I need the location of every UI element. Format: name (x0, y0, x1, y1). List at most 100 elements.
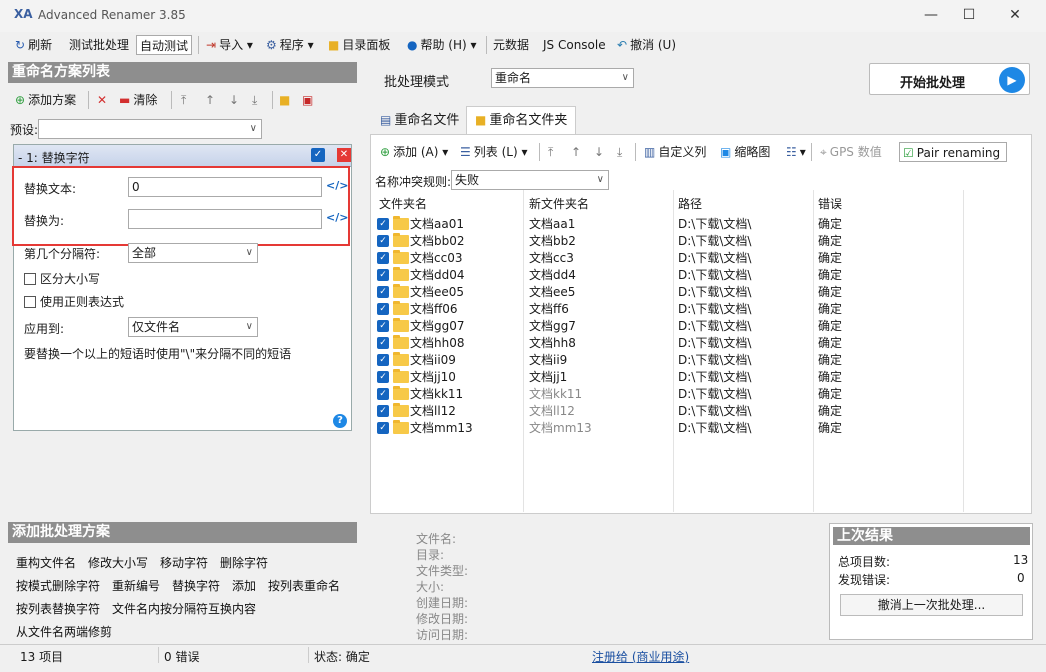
table-row[interactable]: ✓ 文档hh08 文档hh8 D:\下载\文档\ 确定 (371, 335, 1031, 352)
play-icon: ▶ (999, 67, 1025, 93)
row-checkbox[interactable]: ✓ (377, 303, 389, 315)
method-link[interactable]: 按模式删除字符 (16, 577, 100, 594)
table-row[interactable]: ✓ 文档gg07 文档gg7 D:\下载\文档\ 确定 (371, 318, 1031, 335)
method-list-header: 重命名方案列表 (8, 62, 357, 83)
cell-new-folder-name: 文档dd4 (529, 268, 576, 282)
move-top-icon[interactable]: ⤒ (178, 90, 189, 110)
move-up-icon[interactable]: ↑ (202, 90, 218, 110)
move-bottom-icon[interactable]: ⤓ (614, 142, 625, 162)
method-link[interactable]: 重构文件名 (16, 554, 76, 571)
method-link[interactable]: 文件名内按分隔符互换内容 (112, 600, 256, 617)
delete-icon[interactable]: ✕ (94, 90, 110, 110)
method-link[interactable]: 移动字符 (160, 554, 208, 571)
help-icon: ● (407, 38, 418, 52)
apply-to-select[interactable]: 仅文件名 ∨ (128, 317, 258, 337)
row-checkbox[interactable]: ✓ (377, 218, 389, 230)
col-error[interactable]: 错误 (818, 195, 842, 213)
method-enabled-checkbox[interactable]: ✓ (311, 148, 325, 162)
table-row[interactable]: ✓ 文档ii09 文档ii9 D:\下载\文档\ 确定 (371, 352, 1031, 369)
undo-last-batch-button[interactable]: 撤消上一次批处理... (840, 594, 1023, 616)
dir-panel-button[interactable]: ■ 目录面板 (325, 35, 393, 55)
row-checkbox[interactable]: ✓ (377, 235, 389, 247)
move-down-icon[interactable]: ↓ (591, 142, 607, 162)
use-regex-checkbox[interactable]: 使用正则表达式 (24, 293, 124, 310)
method-link[interactable]: 按列表替换字符 (16, 600, 100, 617)
table-row[interactable]: ✓ 文档ff06 文档ff6 D:\下载\文档\ 确定 (371, 301, 1031, 318)
table-row[interactable]: ✓ 文档aa01 文档aa1 D:\下载\文档\ 确定 (371, 216, 1031, 233)
row-checkbox[interactable]: ✓ (377, 422, 389, 434)
save-icon[interactable]: ▣ (299, 90, 316, 110)
close-button[interactable]: ✕ (992, 0, 1038, 32)
method-link[interactable]: 添加 (232, 577, 256, 594)
program-menu[interactable]: ⚙ 程序 ▾ (263, 35, 317, 55)
col-path[interactable]: 路径 (678, 195, 702, 213)
preset-select[interactable]: ∨ (38, 119, 262, 139)
clear-button[interactable]: ▬ 清除 (116, 90, 160, 110)
move-up-icon[interactable]: ↑ (568, 142, 584, 162)
table-row[interactable]: ✓ 文档jj10 文档jj1 D:\下载\文档\ 确定 (371, 369, 1031, 386)
row-checkbox[interactable]: ✓ (377, 320, 389, 332)
maximize-button[interactable]: ☐ (946, 0, 992, 32)
row-checkbox[interactable]: ✓ (377, 252, 389, 264)
list-menu[interactable]: ☰ 列表 (L) ▾ (457, 142, 530, 162)
metadata-button[interactable]: 元数据 (490, 35, 532, 55)
file-info-label: 目录: (416, 548, 445, 562)
move-bottom-icon[interactable]: ⤓ (249, 90, 260, 110)
auto-test-toggle[interactable]: 自动测试 (136, 35, 193, 55)
method-link[interactable]: 重新编号 (112, 577, 160, 594)
register-link[interactable]: 注册给 (商业用途) (592, 648, 689, 665)
table-row[interactable]: ✓ 文档ee05 文档ee5 D:\下载\文档\ 确定 (371, 284, 1031, 301)
tab-rename-folders[interactable]: ■ 重命名文件夹 (466, 106, 577, 134)
gps-button[interactable]: ⌖ GPS 数值 (817, 142, 885, 162)
view-options-menu[interactable]: ☷ ▾ (783, 142, 809, 162)
undo-button[interactable]: ↶ 撤消 (U) (614, 35, 679, 55)
case-sensitive-checkbox[interactable]: 区分大小写 (24, 270, 100, 287)
tab-label: 重命名文件 (394, 113, 460, 128)
row-checkbox[interactable]: ✓ (377, 337, 389, 349)
add-files-menu[interactable]: ⊕ 添加 (A) ▾ (377, 142, 451, 162)
cell-error: 确定 (818, 285, 843, 299)
move-top-icon[interactable]: ⤒ (545, 142, 556, 162)
tab-rename-files[interactable]: ▤ 重命名文件 (372, 107, 467, 135)
conflict-rule-select[interactable]: 失败 ∨ (451, 170, 609, 190)
cell-error: 确定 (818, 404, 843, 418)
table-row[interactable]: ✓ 文档ll12 文档ll12 D:\下载\文档\ 确定 (371, 403, 1031, 420)
add-method-button[interactable]: ⊕ 添加方案 (12, 90, 79, 110)
table-row[interactable]: ✓ 文档cc03 文档cc3 D:\下载\文档\ 确定 (371, 250, 1031, 267)
method-link[interactable]: 修改大小写 (88, 554, 148, 571)
row-checkbox[interactable]: ✓ (377, 354, 389, 366)
open-folder-icon[interactable]: ■ (276, 90, 293, 110)
col-folder-name[interactable]: 文件夹名 (379, 195, 427, 213)
table-row[interactable]: ✓ 文档bb02 文档bb2 D:\下载\文档\ 确定 (371, 233, 1031, 250)
row-checkbox[interactable]: ✓ (377, 405, 389, 417)
status-errors: 0 错误 (164, 650, 200, 664)
table-row[interactable]: ✓ 文档mm13 文档mm13 D:\下载\文档\ 确定 (371, 420, 1031, 437)
method-link[interactable]: 删除字符 (220, 554, 268, 571)
js-console-button[interactable]: JS Console (540, 35, 609, 55)
help-menu[interactable]: ● 帮助 (H) ▾ (404, 35, 480, 55)
import-menu[interactable]: ⇥ 导入 ▾ (203, 35, 256, 55)
batch-mode-select[interactable]: 重命名 ∨ (491, 68, 634, 88)
help-icon[interactable]: ? (333, 414, 347, 428)
table-row[interactable]: ✓ 文档kk11 文档kk11 D:\下载\文档\ 确定 (371, 386, 1031, 403)
nth-separator-select[interactable]: 全部 ∨ (128, 243, 258, 263)
start-batch-button[interactable]: 开始批处理 ▶ (869, 63, 1030, 95)
thumbnails-button[interactable]: ▣ 缩略图 (717, 142, 773, 162)
row-checkbox[interactable]: ✓ (377, 286, 389, 298)
row-checkbox[interactable]: ✓ (377, 269, 389, 281)
custom-columns-button[interactable]: ▥ 自定义列 (641, 142, 709, 162)
method-link[interactable]: 按列表重命名 (268, 577, 340, 594)
test-batch-button[interactable]: 测试批处理 (66, 35, 132, 55)
row-checkbox[interactable]: ✓ (377, 388, 389, 400)
method-remove-icon[interactable]: ✕ (337, 148, 351, 162)
col-new-folder-name[interactable]: 新文件夹名 (529, 195, 589, 213)
method-link[interactable]: 替换字符 (172, 577, 220, 594)
method-link[interactable]: 从文件名两端修剪 (16, 623, 112, 640)
list-icon: ☰ (460, 145, 471, 159)
method-card-header[interactable]: - 1: 替换字符 ✓ ✕ (14, 145, 351, 167)
refresh-button[interactable]: ↻ 刷新 (12, 35, 55, 55)
table-row[interactable]: ✓ 文档dd04 文档dd4 D:\下载\文档\ 确定 (371, 267, 1031, 284)
move-down-icon[interactable]: ↓ (226, 90, 242, 110)
row-checkbox[interactable]: ✓ (377, 371, 389, 383)
pair-renaming-toggle[interactable]: ☑ Pair renaming (899, 142, 1007, 162)
